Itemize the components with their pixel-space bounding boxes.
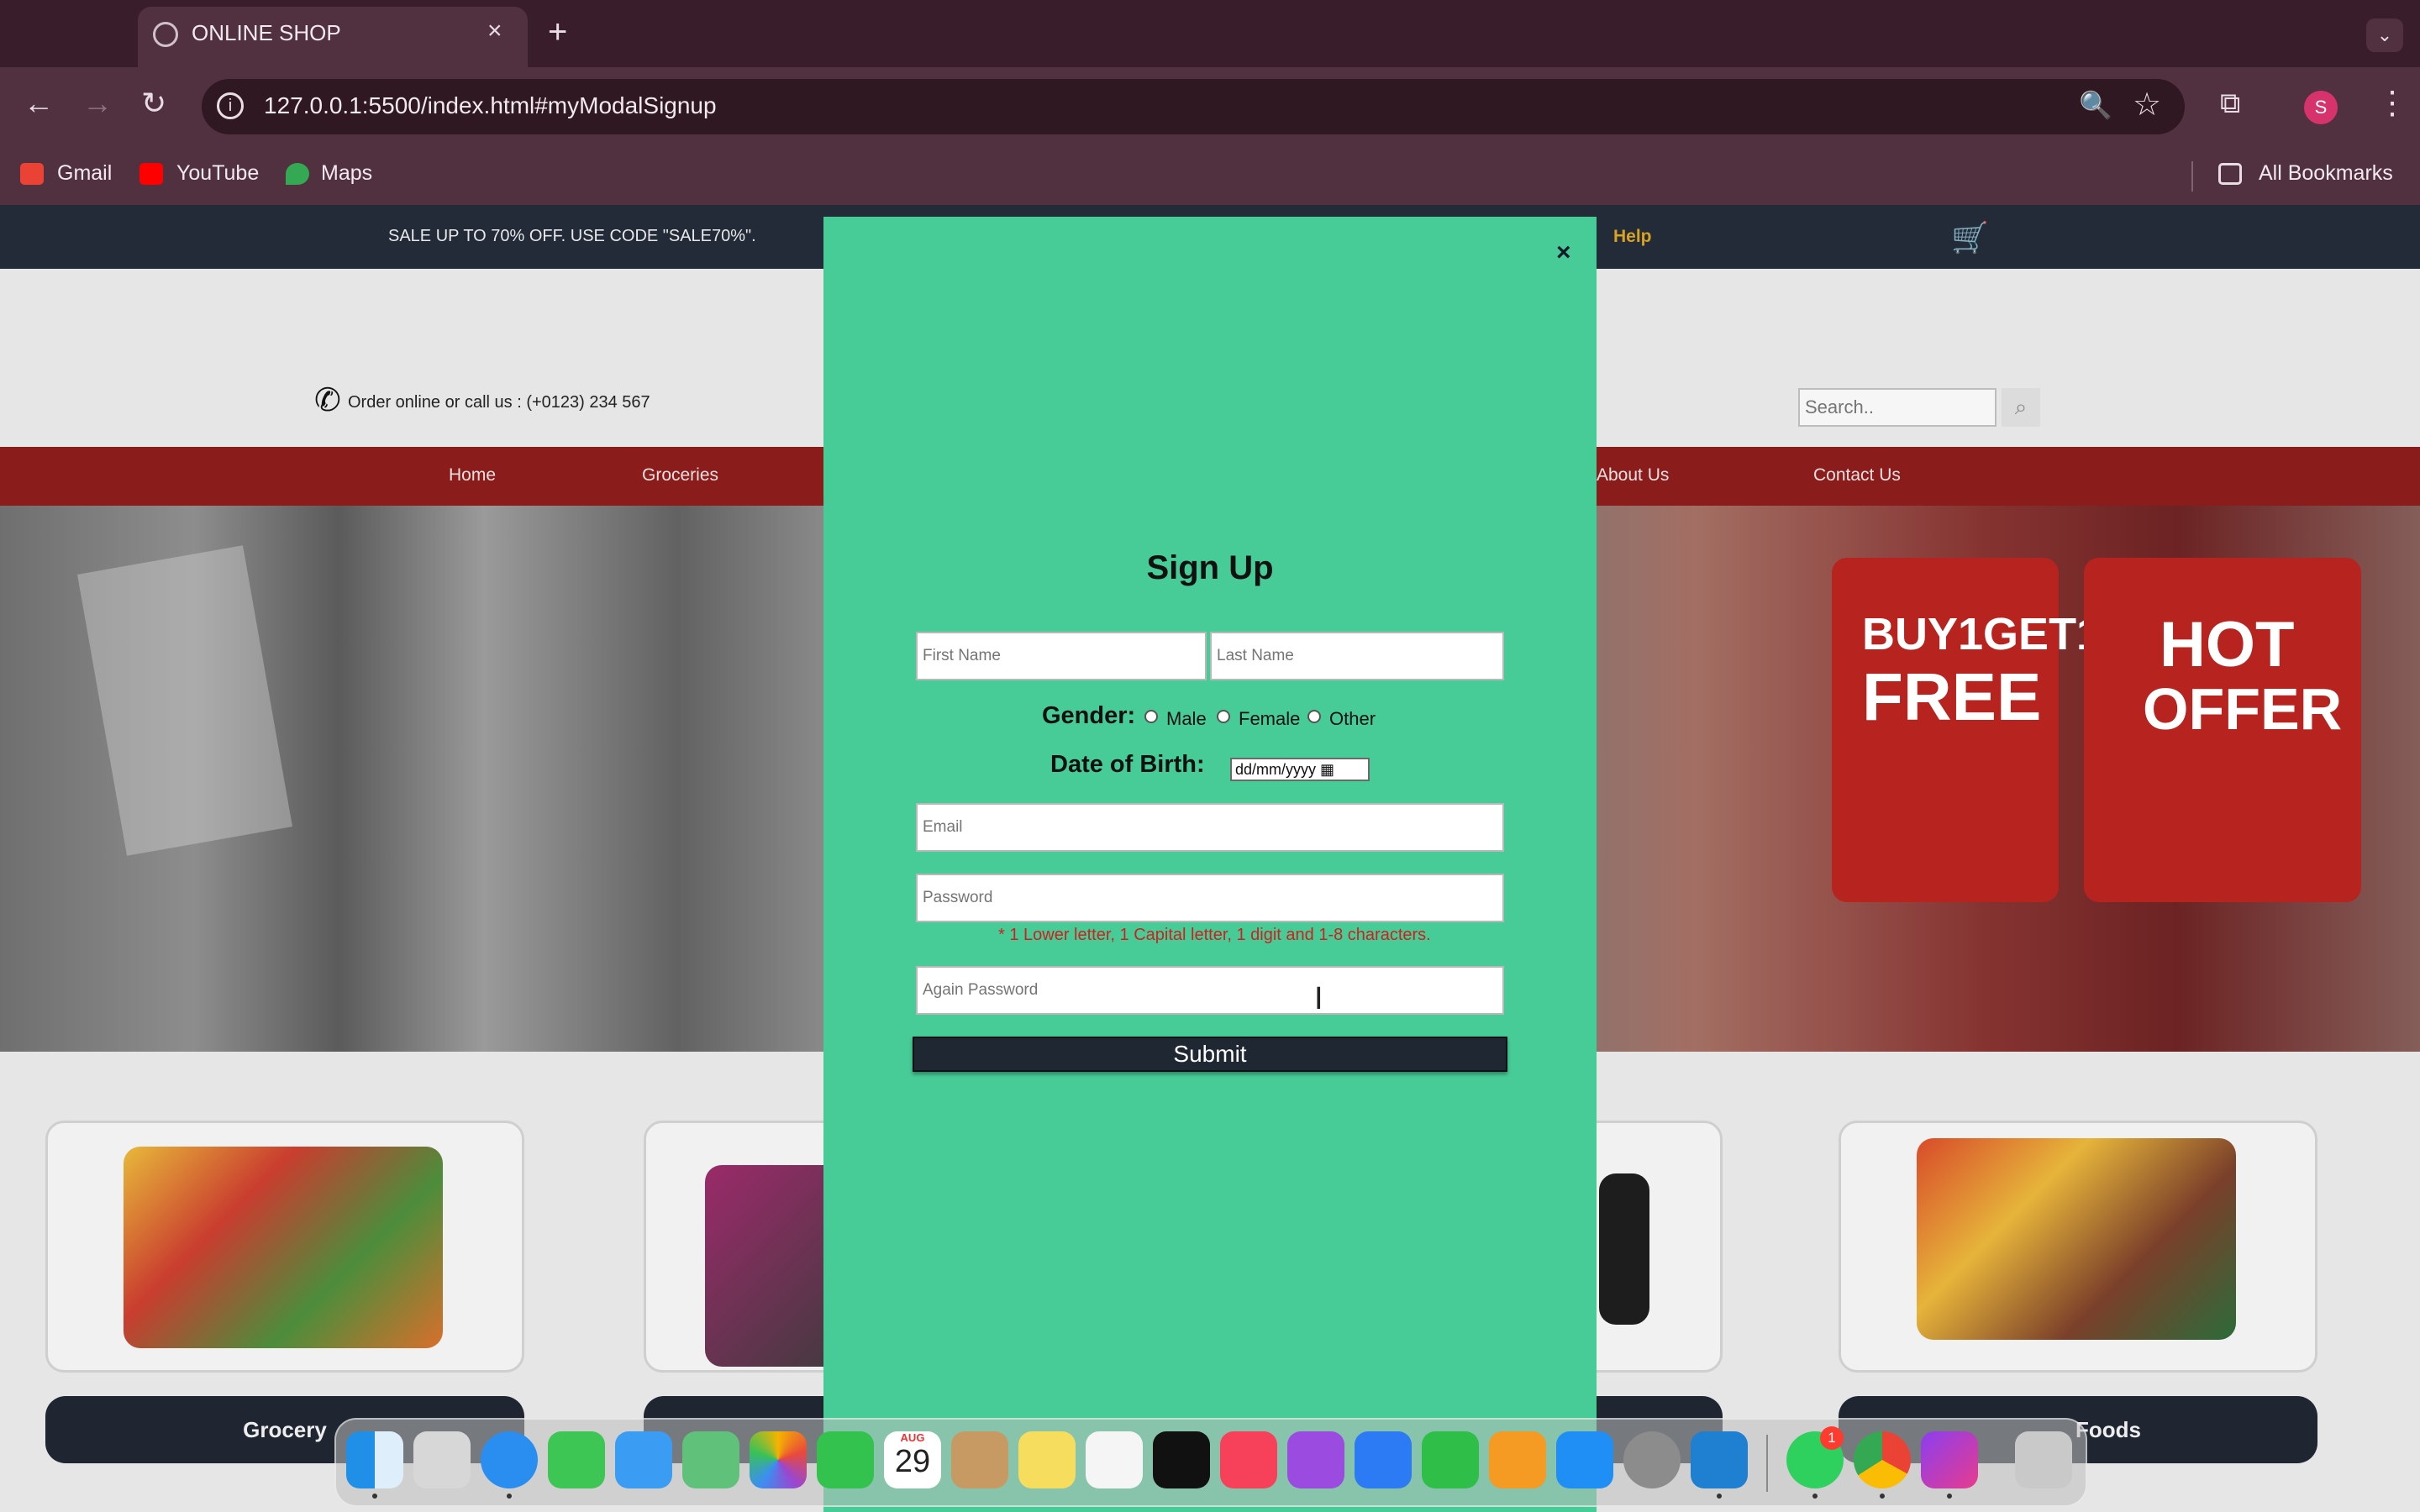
grocery-products-image [124, 1147, 443, 1348]
numbers-icon[interactable] [1422, 1431, 1479, 1488]
finder-icon[interactable] [346, 1431, 403, 1488]
signup-modal [823, 217, 1597, 1512]
password-field[interactable] [916, 874, 1504, 922]
safari-icon[interactable] [481, 1431, 538, 1488]
maps-icon [286, 163, 309, 185]
keynote-icon[interactable] [1355, 1431, 1412, 1488]
zoom-icon[interactable]: 🔍 [2079, 89, 2112, 121]
messages-icon[interactable] [548, 1431, 605, 1488]
new-tab-button[interactable]: + [548, 13, 567, 51]
calendar-day: 29 [894, 1444, 931, 1479]
dock-running-dot [507, 1494, 512, 1499]
gender-male-radio[interactable] [1144, 710, 1158, 723]
search-icon[interactable]: ⌕ [2002, 388, 2040, 427]
snacks-image [1917, 1138, 2236, 1340]
email-field[interactable] [916, 803, 1504, 852]
bookmark-star-icon[interactable]: ☆ [2133, 86, 2161, 123]
signup-title: Sign Up [1146, 549, 1274, 586]
dock-running-dot [372, 1494, 377, 1499]
dock-running-dot [1880, 1494, 1885, 1499]
launchpad-icon[interactable] [413, 1431, 471, 1488]
folder-icon [2218, 163, 2242, 185]
close-icon[interactable]: × [1556, 239, 1571, 267]
browser-w-icon[interactable] [1921, 1431, 1978, 1488]
site-info-icon[interactable]: i [217, 92, 244, 119]
maps-app-icon[interactable] [682, 1431, 739, 1488]
dock-divider [1766, 1435, 1768, 1492]
gender-female-label: Female [1239, 708, 1301, 729]
cart-icon[interactable]: 🛒 [1951, 220, 1989, 255]
help-link[interactable]: Help [1613, 227, 1652, 247]
nav-contact-us[interactable]: Contact Us [1813, 465, 1901, 486]
whatsapp-badge: 1 [1820, 1426, 1844, 1450]
extensions-icon[interactable]: ⧉ [2220, 87, 2240, 120]
forward-icon[interactable]: → [82, 86, 113, 121]
vscode-icon[interactable] [1691, 1431, 1748, 1488]
contacts-icon[interactable] [951, 1431, 1008, 1488]
calendar-month: AUG [900, 1431, 925, 1444]
first-name-field[interactable] [916, 632, 1207, 680]
app-store-icon[interactable] [1556, 1431, 1613, 1488]
hero-offer-sign: BUY1GET1 FREE [1832, 558, 2102, 902]
gender-female-radio[interactable] [1217, 710, 1230, 723]
chrome-icon[interactable] [1854, 1431, 1911, 1488]
reload-icon[interactable]: ↻ [141, 86, 166, 121]
hero-hot-offer-sign: HOT OFFER [2084, 558, 2361, 902]
profile-avatar[interactable]: S [2304, 91, 2338, 124]
podcasts-icon[interactable] [1287, 1431, 1344, 1488]
gender-other-radio[interactable] [1307, 710, 1321, 723]
system-settings-icon[interactable] [1623, 1431, 1681, 1488]
globe-icon [153, 22, 178, 47]
tab-list-button[interactable]: ⌄ [2366, 18, 2403, 52]
url-text[interactable]: 127.0.0.1:5500/index.html#myModalSignup [264, 92, 717, 119]
pages-icon[interactable] [1489, 1431, 1546, 1488]
browser-menu-icon[interactable]: ⋮ [2376, 84, 2408, 122]
dock-running-dot [1812, 1494, 1818, 1499]
dob-placeholder: dd/mm/yyyy [1235, 761, 1317, 778]
nav-groceries[interactable]: Groceries [642, 465, 718, 486]
all-bookmarks[interactable]: All Bookmarks [2259, 161, 2393, 186]
calendar-icon[interactable]: ▦ [1320, 761, 1334, 778]
bookmarks-divider [2191, 161, 2193, 192]
mail-icon[interactable] [615, 1431, 672, 1488]
trash-icon[interactable] [2015, 1431, 2072, 1488]
calendar-app-icon[interactable]: AUG 29 [884, 1431, 941, 1488]
nav-about-us[interactable]: About Us [1597, 465, 1669, 486]
sale-banner: SALE UP TO 70% OFF. USE CODE "SALE70%". [388, 227, 756, 245]
tab-title: ONLINE SHOP [192, 20, 341, 45]
date-of-birth-field[interactable]: dd/mm/yyyy ▦ [1230, 758, 1370, 781]
bookmark-youtube[interactable]: YouTube [176, 161, 259, 186]
youtube-icon [139, 163, 163, 185]
product-bottle-image [1599, 1173, 1649, 1325]
search-input[interactable] [1798, 388, 1996, 427]
last-name-field[interactable] [1210, 632, 1504, 680]
back-icon[interactable]: ← [24, 86, 54, 121]
again-password-field[interactable] [916, 966, 1504, 1015]
notes-icon[interactable] [1018, 1431, 1076, 1488]
photos-icon[interactable] [750, 1431, 807, 1488]
facetime-icon[interactable] [817, 1431, 874, 1488]
password-hint: * 1 Lower letter, 1 Capital letter, 1 di… [998, 926, 1431, 944]
text-cursor-icon: I [1314, 981, 1323, 1016]
order-contact: Order online or call us : (+0123) 234 56… [348, 393, 650, 412]
bookmark-maps[interactable]: Maps [321, 161, 372, 186]
gender-other-label: Other [1329, 708, 1376, 729]
apple-tv-icon[interactable] [1153, 1431, 1210, 1488]
music-icon[interactable] [1220, 1431, 1277, 1488]
category-card-grocery[interactable] [45, 1121, 524, 1373]
tab-close-icon[interactable]: × [487, 17, 502, 45]
gmail-icon [20, 163, 44, 185]
bookmark-gmail[interactable]: Gmail [57, 161, 112, 186]
gender-male-label: Male [1166, 708, 1207, 729]
phone-icon: ✆ [314, 383, 341, 418]
submit-button[interactable]: Submit [913, 1037, 1507, 1072]
gender-label: Gender: [1042, 702, 1136, 729]
nav-home[interactable]: Home [449, 465, 496, 486]
dob-label: Date of Birth: [1050, 751, 1205, 778]
freeform-icon[interactable] [1086, 1431, 1143, 1488]
dock-running-dot [1947, 1494, 1952, 1499]
category-card-foods[interactable] [1839, 1121, 2317, 1373]
dock-running-dot [1717, 1494, 1722, 1499]
